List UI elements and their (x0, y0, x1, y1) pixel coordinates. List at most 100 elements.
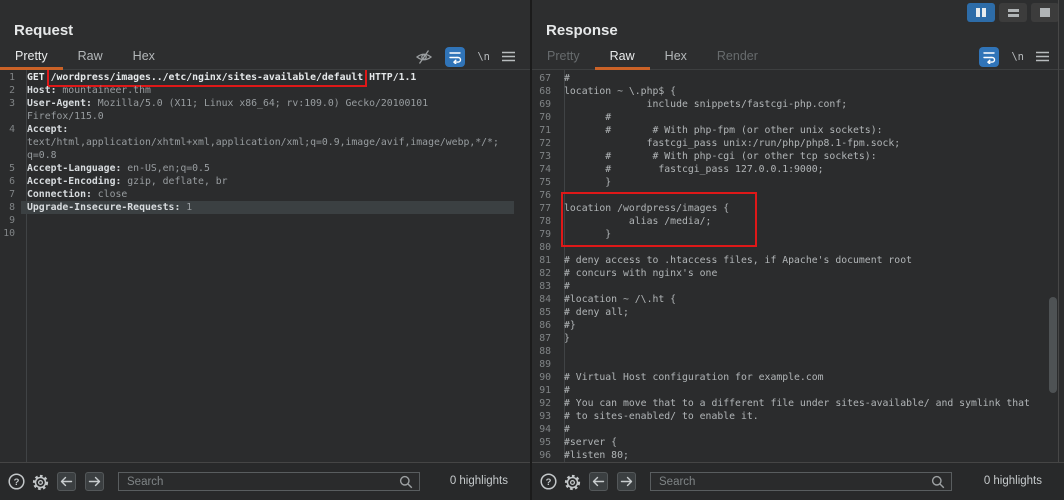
line-content: } (558, 176, 1064, 189)
code-line: 89 (532, 358, 1064, 371)
next-match-button[interactable] (617, 472, 636, 491)
tab-raw[interactable]: Raw (63, 44, 118, 69)
menu-icon[interactable] (1036, 51, 1049, 62)
search-input[interactable] (650, 472, 952, 491)
eye-off-icon[interactable] (415, 49, 433, 65)
line-content: # # With php-fpm (or other unix sockets)… (558, 124, 1064, 137)
code-line: 7Connection: close (0, 188, 530, 201)
line-number: 76 (532, 189, 558, 202)
line-content (558, 345, 1064, 358)
code-line: 90# Virtual Host configuration for examp… (532, 371, 1064, 384)
code-line: 77location /wordpress/images { (532, 202, 1064, 215)
line-content: fastcgi_pass unix:/run/php/php8.1-fpm.so… (558, 137, 1064, 150)
line-number: 83 (532, 280, 558, 293)
line-number: 91 (532, 384, 558, 397)
line-number: 74 (532, 163, 558, 176)
line-content: Firefox/115.0 (21, 110, 530, 123)
line-content: GET /wordpress/images../etc/nginx/sites-… (21, 71, 530, 84)
response-editor[interactable]: 66# pass PHP scripts to FastCGI server67… (532, 70, 1064, 462)
code-line: 8Upgrade-Insecure-Requests: 1 (0, 201, 530, 214)
code-line: 80 (532, 241, 1064, 254)
code-line: 9 (0, 214, 530, 227)
highlights-count: 0 highlights (450, 475, 508, 487)
vertical-scrollbar-thumb[interactable] (1049, 297, 1057, 393)
line-content: # (558, 111, 1064, 124)
tab-pretty[interactable]: Pretty (532, 44, 595, 69)
line-number: 94 (532, 423, 558, 436)
svg-text:?: ? (14, 477, 20, 488)
code-line: 74 # fastcgi_pass 127.0.0.1:9000; (532, 163, 1064, 176)
line-number (0, 110, 21, 123)
line-content: # concurs with nginx's one (558, 267, 1064, 280)
line-number: 95 (532, 436, 558, 449)
svg-text:?: ? (546, 477, 552, 488)
line-number: 78 (532, 215, 558, 228)
prev-match-button[interactable] (57, 472, 76, 491)
response-tabbar: PrettyRawHexRender \n (532, 44, 1064, 70)
gear-icon[interactable] (563, 473, 582, 492)
layout-single-button[interactable] (1031, 3, 1059, 22)
request-editor[interactable]: 1GET /wordpress/images../etc/nginx/sites… (0, 70, 530, 462)
code-line: 3User-Agent: Mozilla/5.0 (X11; Linux x86… (0, 97, 530, 110)
next-match-button[interactable] (85, 472, 104, 491)
response-panel: Response PrettyRawHexRender \n 66# pass … (532, 0, 1064, 500)
code-line: 71 # # With php-fpm (or other unix socke… (532, 124, 1064, 137)
line-content: include snippets/fastcgi-php.conf; (558, 98, 1064, 111)
line-number: 73 (532, 150, 558, 163)
tab-hex[interactable]: Hex (650, 44, 702, 69)
line-number: 6 (0, 175, 21, 188)
code-line: 72 fastcgi_pass unix:/run/php/php8.1-fpm… (532, 137, 1064, 150)
line-number (0, 149, 21, 162)
code-line: text/html,application/xhtml+xml,applicat… (0, 136, 530, 149)
line-number: 9 (0, 214, 21, 227)
line-number: 72 (532, 137, 558, 150)
tab-pretty[interactable]: Pretty (0, 44, 63, 69)
code-line: 93# to sites-enabled/ to enable it. (532, 410, 1064, 423)
line-number: 2 (0, 84, 21, 97)
code-line: 96#listen 80; (532, 449, 1064, 462)
line-number: 93 (532, 410, 558, 423)
line-number: 87 (532, 332, 558, 345)
editor-right-border (1058, 0, 1059, 462)
line-number: 80 (532, 241, 558, 254)
help-icon[interactable]: ? (8, 473, 25, 490)
code-line: 76 (532, 189, 1064, 202)
tab-raw[interactable]: Raw (595, 44, 650, 69)
menu-icon[interactable] (502, 51, 515, 62)
line-number: 68 (532, 85, 558, 98)
tab-render[interactable]: Render (702, 44, 773, 69)
line-content: alias /media/; (558, 215, 1064, 228)
code-line: 95#server { (532, 436, 1064, 449)
gear-icon[interactable] (31, 473, 50, 492)
code-line: 91# (532, 384, 1064, 397)
code-line: 5Accept-Language: en-US,en;q=0.5 (0, 162, 530, 175)
word-wrap-button[interactable] (979, 47, 999, 67)
code-line: 81# deny access to .htaccess files, if A… (532, 254, 1064, 267)
line-content: q=0.8 (21, 149, 530, 162)
code-line: 1GET /wordpress/images../etc/nginx/sites… (0, 71, 530, 84)
code-line: Firefox/115.0 (0, 110, 530, 123)
help-icon[interactable]: ? (540, 473, 557, 490)
show-newlines-button[interactable]: \n (1011, 51, 1024, 63)
prev-match-button[interactable] (589, 472, 608, 491)
line-number: 8 (0, 201, 21, 214)
code-line: 73 # # With php-cgi (or other tcp socket… (532, 150, 1064, 163)
search-input[interactable] (118, 472, 420, 491)
code-line: 92# You can move that to a different fil… (532, 397, 1064, 410)
code-line: 88 (532, 345, 1064, 358)
word-wrap-button[interactable] (445, 47, 465, 67)
line-number: 5 (0, 162, 21, 175)
line-content: # fastcgi_pass 127.0.0.1:9000; (558, 163, 1064, 176)
line-number: 67 (532, 72, 558, 85)
line-number: 86 (532, 319, 558, 332)
layout-columns-button[interactable] (967, 3, 995, 22)
line-content: # Virtual Host configuration for example… (558, 371, 1064, 384)
code-line: 75 } (532, 176, 1064, 189)
response-search-bar: ? 0 highlights (532, 462, 1064, 500)
line-content: text/html,application/xhtml+xml,applicat… (21, 136, 530, 149)
line-number: 92 (532, 397, 558, 410)
code-line: 94# (532, 423, 1064, 436)
show-newlines-button[interactable]: \n (477, 51, 490, 63)
tab-hex[interactable]: Hex (118, 44, 170, 69)
layout-rows-button[interactable] (999, 3, 1027, 22)
